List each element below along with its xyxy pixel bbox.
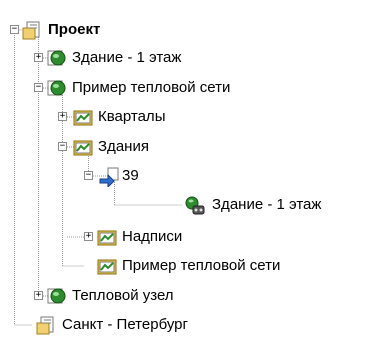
project-tree[interactable]: − Проект + Здание - 1 этаж − Пример тепл… [0,0,369,338]
map-folder-icon [96,226,118,248]
expand-toggle[interactable]: + [58,112,67,121]
globe-layer-icon [46,285,68,307]
tree-node-root[interactable]: − Проект [0,16,369,44]
tree-node-label: Пример тепловой сети [72,79,231,96]
tree-node-label: Здание - 1 этаж [72,49,182,66]
map-folder-icon [72,106,94,128]
project-icon [22,19,44,41]
tree-node-quarters[interactable]: + Кварталы [0,103,369,131]
tree-node-label: Здания [98,138,149,155]
map-folder-icon [72,136,94,158]
map-folder-icon [96,255,118,277]
expand-toggle[interactable]: + [84,232,93,241]
object-link-icon [98,165,120,189]
expand-toggle[interactable]: + [34,291,43,300]
globe-layer-icon [46,47,68,69]
collapse-toggle[interactable]: − [10,25,19,34]
tree-node-heat-node[interactable]: + Тепловой узел [0,282,369,310]
collapse-toggle[interactable]: − [84,171,93,180]
tree-node-building-object[interactable]: Здание - 1 этаж [0,191,369,219]
tree-node-heat-network-example[interactable]: − Пример тепловой сети [0,74,369,102]
collapse-toggle[interactable]: − [34,83,43,92]
tree-node-buildings[interactable]: − Здания [0,133,369,161]
tree-node-label: Проект [48,21,101,38]
building-object-icon [184,194,206,216]
tree-node-label: Пример тепловой сети [122,257,281,274]
tree-node-saint-petersburg[interactable]: Санкт - Петербург [0,311,369,339]
globe-layer-icon [46,77,68,99]
tree-node-label: Надписи [122,228,183,245]
tree-node-heat-network-map[interactable]: Пример тепловой сети [0,252,369,280]
tree-node-labels[interactable]: + Надписи [0,223,369,251]
tree-node-39[interactable]: − 39 [0,162,369,190]
tree-node-building-floor[interactable]: + Здание - 1 этаж [0,44,369,72]
tree-node-label: Тепловой узел [72,287,174,304]
expand-toggle[interactable]: + [34,53,43,62]
tree-node-label: 39 [122,167,139,184]
project-icon [36,314,58,336]
collapse-toggle[interactable]: − [58,142,67,151]
tree-node-label: Кварталы [98,108,166,125]
tree-node-label: Санкт - Петербург [62,316,188,333]
tree-node-label: Здание - 1 этаж [212,196,322,213]
